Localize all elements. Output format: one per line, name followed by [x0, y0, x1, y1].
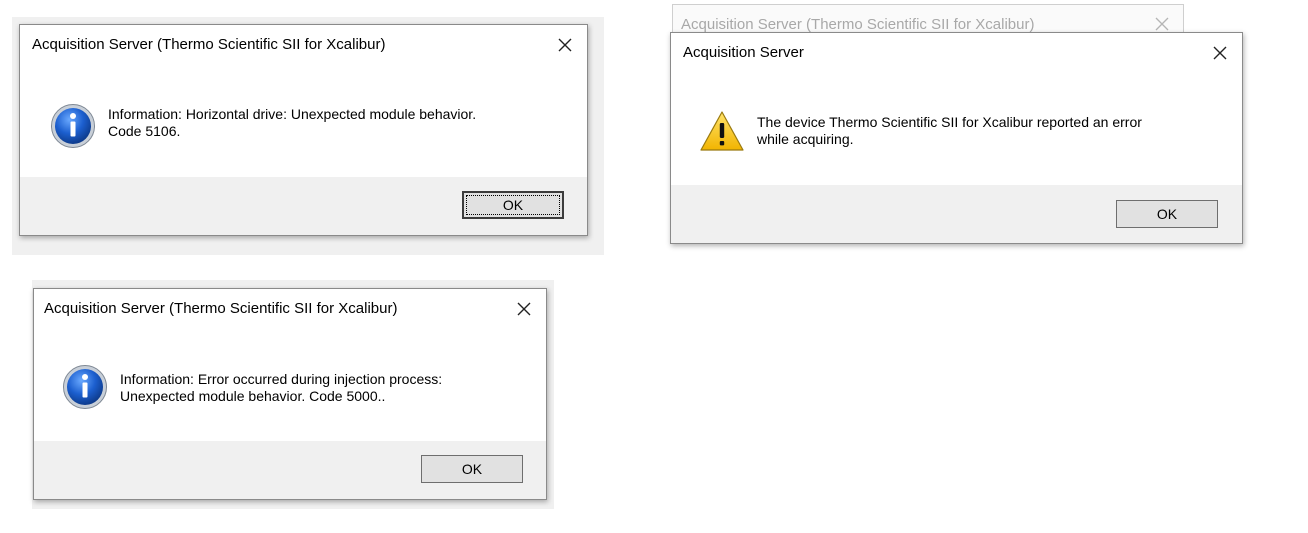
- ok-button-label: OK: [1156, 206, 1178, 222]
- dialog-title: Acquisition Server (Thermo Scientific SI…: [44, 300, 398, 317]
- title-bar: Acquisition Server (Thermo Scientific SI…: [20, 25, 587, 65]
- message-text: Information: Horizontal drive: Unexpecte…: [108, 106, 476, 140]
- close-icon: [517, 302, 531, 316]
- background-window-title: Acquisition Server (Thermo Scientific SI…: [681, 16, 1035, 33]
- message-area: The device Thermo Scientific SII for Xca…: [671, 73, 1242, 185]
- close-button[interactable]: [1198, 33, 1242, 73]
- message-text: Information: Error occurred during injec…: [120, 371, 442, 405]
- message-area: Information: Error occurred during injec…: [34, 329, 546, 441]
- title-bar: Acquisition Server (Thermo Scientific SI…: [34, 289, 546, 329]
- information-icon: [51, 104, 95, 148]
- close-button[interactable]: [502, 289, 546, 329]
- close-icon: [1213, 46, 1227, 60]
- close-icon: [1155, 17, 1169, 31]
- information-icon: [63, 365, 107, 409]
- message-area: Information: Horizontal drive: Unexpecte…: [20, 65, 587, 177]
- message-line: Information: Horizontal drive: Unexpecte…: [108, 106, 477, 122]
- dialog-title: Acquisition Server (Thermo Scientific SI…: [32, 36, 386, 53]
- title-bar: Acquisition Server: [671, 33, 1242, 73]
- message-line: while acquiring.: [757, 131, 854, 147]
- message-line: Code 5106.: [108, 123, 181, 139]
- ok-button[interactable]: OK: [1116, 200, 1218, 228]
- ok-button-label: OK: [502, 197, 524, 213]
- ok-button[interactable]: OK: [462, 191, 564, 219]
- message-line: Unexpected module behavior. Code 5000..: [120, 388, 386, 404]
- close-button[interactable]: [543, 25, 587, 65]
- message-line: Information: Error occurred during injec…: [120, 371, 443, 387]
- warning-icon: [700, 111, 744, 151]
- message-line: The device Thermo Scientific SII for Xca…: [757, 114, 1142, 130]
- dialog-horizontal-drive: Acquisition Server (Thermo Scientific SI…: [19, 24, 588, 236]
- ok-button-label: OK: [461, 461, 483, 477]
- dialog-title: Acquisition Server: [683, 44, 804, 61]
- close-icon: [558, 38, 572, 52]
- dialog-acquisition-error: Acquisition Server The device Thermo Sci…: [670, 32, 1243, 244]
- dialog-injection-error: Acquisition Server (Thermo Scientific SI…: [33, 288, 547, 500]
- ok-button[interactable]: OK: [421, 455, 523, 483]
- message-text: The device Thermo Scientific SII for Xca…: [757, 114, 1142, 148]
